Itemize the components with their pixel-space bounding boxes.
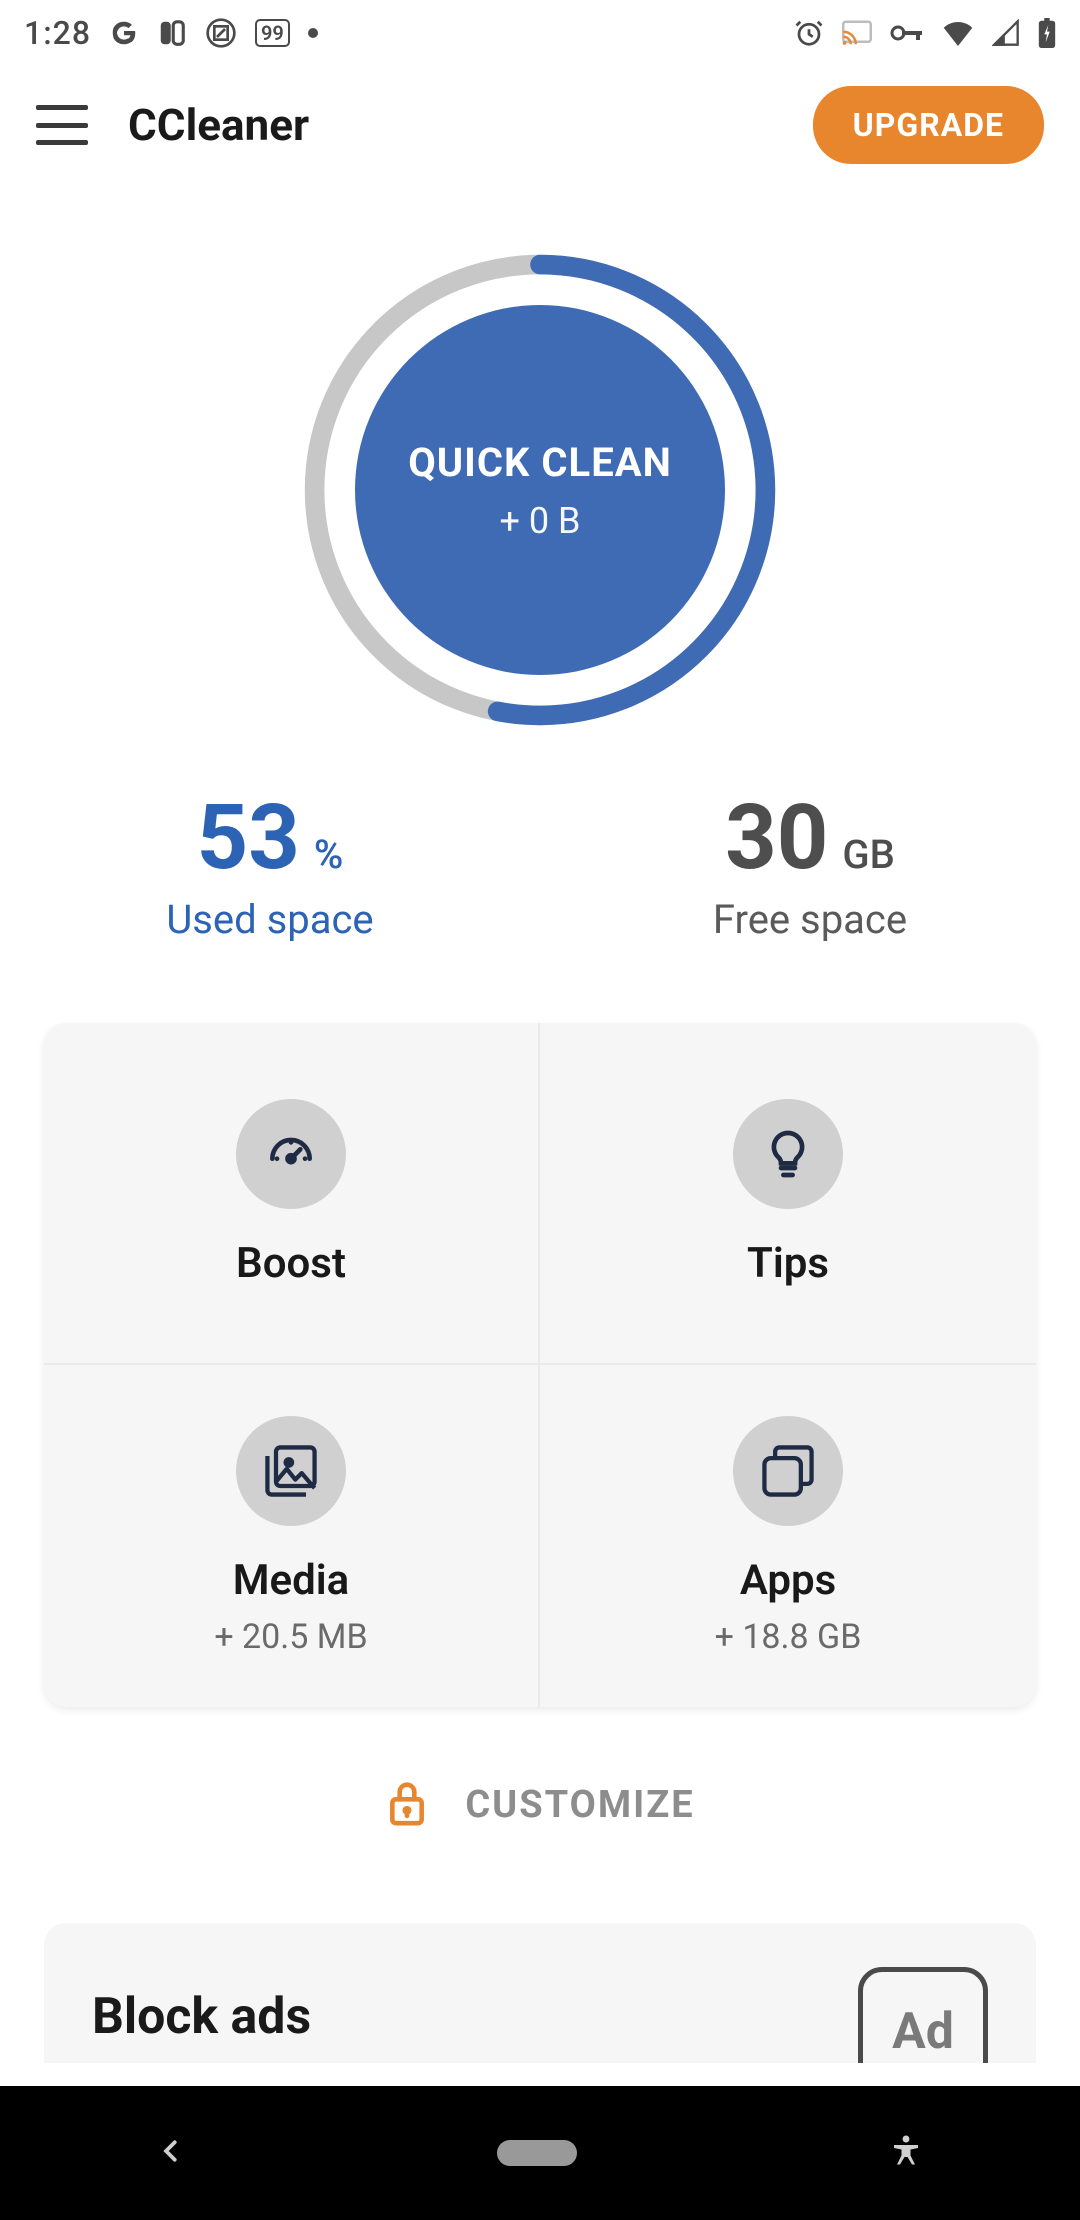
customize-label: CUSTOMIZE (465, 1783, 694, 1827)
gauge-icon (236, 1099, 346, 1209)
app-icon (157, 18, 187, 48)
quick-clean-subvalue: + 0 B (500, 500, 581, 542)
screenshot-icon (205, 17, 237, 49)
app-title: CCleaner (128, 99, 773, 151)
quick-clean-label: QUICK CLEAN (408, 439, 672, 486)
vpn-key-icon (890, 23, 924, 43)
tile-tips[interactable]: Tips (540, 1023, 1036, 1365)
customize-button[interactable]: CUSTOMIZE (0, 1777, 1080, 1833)
quick-clean-inner: QUICK CLEAN + 0 B (355, 305, 725, 675)
tile-boost[interactable]: Boost (44, 1023, 540, 1365)
cellular-icon (992, 19, 1020, 47)
battery-box-icon: 99 (255, 19, 290, 47)
tile-media-sub: + 20.5 MB (214, 1617, 367, 1657)
tile-apps-sub: + 18.8 GB (715, 1617, 862, 1657)
lightbulb-icon (733, 1099, 843, 1209)
main-content: QUICK CLEAN + 0 B 53 % Used space 30 GB … (0, 185, 1080, 2063)
app-header: CCleaner UPGRADE (0, 65, 1080, 185)
stat-free-space: 30 GB Free space (540, 785, 1080, 943)
quick-clean-button[interactable]: QUICK CLEAN + 0 B (295, 245, 785, 735)
home-pill[interactable] (497, 2140, 577, 2166)
status-left: 1:28 99 (24, 14, 318, 52)
status-time: 1:28 (24, 14, 91, 52)
feature-grid: Boost Tips Media + 20.5 MB Apps + 18.8 G… (44, 1023, 1036, 1707)
free-unit: GB (842, 831, 895, 878)
wifi-icon (942, 20, 974, 46)
status-bar: 1:28 99 (0, 0, 1080, 65)
battery-charging-icon (1038, 18, 1056, 48)
stat-used-space: 53 % Used space (0, 785, 540, 943)
promo-block-ads[interactable]: Block ads Ad (44, 1923, 1036, 2063)
tile-apps[interactable]: Apps + 18.8 GB (540, 1365, 1036, 1707)
google-icon (109, 18, 139, 48)
menu-icon[interactable] (36, 105, 88, 145)
free-label: Free space (540, 896, 1080, 943)
windows-icon (733, 1416, 843, 1526)
tile-tips-title: Tips (747, 1239, 829, 1288)
tile-boost-title: Boost (236, 1239, 346, 1288)
tile-media-title: Media (233, 1556, 349, 1605)
cast-icon (842, 19, 872, 47)
upgrade-button[interactable]: UPGRADE (813, 86, 1044, 164)
ad-icon: Ad (858, 1967, 988, 2063)
free-value: 30 (725, 785, 828, 890)
used-label: Used space (0, 896, 540, 943)
notification-dot-icon (308, 28, 318, 38)
back-icon[interactable] (156, 2136, 186, 2170)
tile-apps-title: Apps (740, 1556, 836, 1605)
gauge-container: QUICK CLEAN + 0 B (0, 245, 1080, 735)
alarm-icon (794, 18, 824, 48)
storage-stats: 53 % Used space 30 GB Free space (0, 785, 1080, 943)
used-unit: % (314, 831, 343, 878)
lock-icon (385, 1777, 429, 1833)
used-value: 53 (197, 785, 300, 890)
system-nav-bar (0, 2086, 1080, 2220)
accessibility-icon[interactable] (888, 2133, 924, 2173)
status-right (794, 18, 1056, 48)
tile-media[interactable]: Media + 20.5 MB (44, 1365, 540, 1707)
promo-title: Block ads (92, 1988, 311, 2046)
image-stack-icon (236, 1416, 346, 1526)
